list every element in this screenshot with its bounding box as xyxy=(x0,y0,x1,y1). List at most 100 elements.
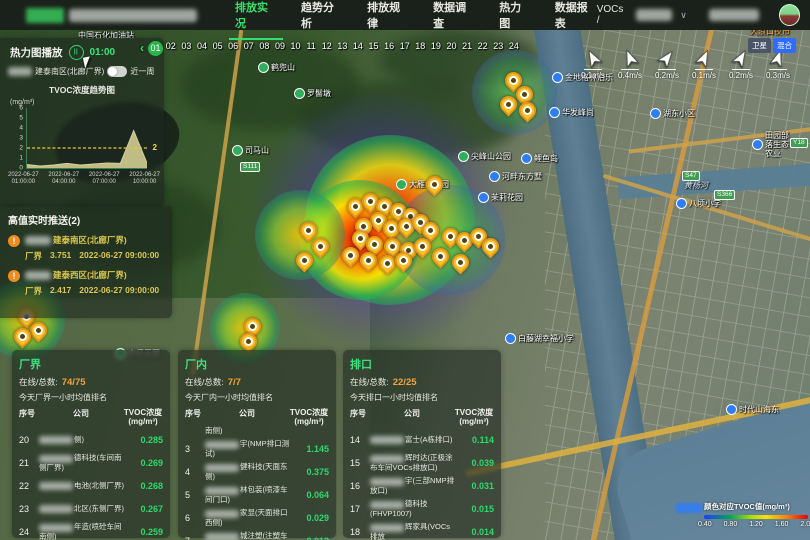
map-label: 茉莉花园 xyxy=(478,192,523,203)
tvoc-value: 0.064 xyxy=(291,490,329,500)
poi-icon xyxy=(258,62,269,73)
logo-mark xyxy=(26,8,64,23)
x-axis-ticks: 2022-06-2701:00:002022-06-2704:00:002022… xyxy=(8,172,160,186)
range-label: 近一周 xyxy=(130,66,154,77)
wind-indicator: 0.2m/s xyxy=(654,48,680,80)
hour-chip-22[interactable]: 22 xyxy=(475,41,491,56)
nav-item-live[interactable]: 排放实况 xyxy=(235,0,277,31)
poi-icon xyxy=(489,171,500,182)
rank-row[interactable]: 20侧)0.285 xyxy=(19,428,163,451)
rank-row[interactable]: 14富士(A栋排口)0.114 xyxy=(350,428,494,451)
hour-chip-08[interactable]: 08 xyxy=(257,41,273,56)
wind-arrow-icon xyxy=(579,44,606,71)
map-label: 罗髻墩 xyxy=(294,88,331,99)
rank-row[interactable]: 6家显(天面排口西侧)0.029 xyxy=(185,506,329,529)
wind-indicator: 0.4m/s xyxy=(617,48,643,80)
rank-number: 18 xyxy=(350,527,370,537)
push-item[interactable]: ! 建泰南区(北廊厂界) 厂界 3.751 2022-06-27 09:00:0… xyxy=(8,234,172,262)
company-name: 年造(喷砼车间南侧) xyxy=(39,522,125,540)
hour-strip: 0102030405060708091011121314151617181920… xyxy=(148,41,522,56)
table-header: 序号 公司 TVOC浓度(mg/m³) xyxy=(185,408,329,426)
map-pin[interactable] xyxy=(422,172,446,196)
rank-number: 15 xyxy=(350,458,370,468)
company-redacted xyxy=(205,533,239,540)
hour-chip-06[interactable]: 06 xyxy=(225,41,241,56)
tvoc-value: 0.015 xyxy=(456,504,494,514)
nav-item-survey[interactable]: 数据调查 xyxy=(433,0,475,31)
company-redacted xyxy=(370,524,404,532)
hour-chip-03[interactable]: 03 xyxy=(179,41,195,56)
hour-chip-18[interactable]: 18 xyxy=(413,41,429,56)
map-pin[interactable] xyxy=(448,250,472,274)
vocs-selected-value-redacted[interactable] xyxy=(636,9,673,21)
map-label: 河畔东方墅 xyxy=(489,171,542,182)
rank-row[interactable]: 23北区(东侧厂界)0.267 xyxy=(19,497,163,520)
hour-chip-24[interactable]: 24 xyxy=(506,41,522,56)
heatmap-playback-panel: 热力图播放 || 01:00 ‹ 建泰南区(北廊厂界) 近一周 TVOC浓度趋势… xyxy=(0,38,164,206)
rank-number: 16 xyxy=(350,481,370,491)
hour-chip-16[interactable]: 16 xyxy=(381,41,397,56)
rank-row[interactable]: 4健科技(天面东侧)0.375 xyxy=(185,460,329,483)
tvoc-value: 0.259 xyxy=(125,527,163,537)
hour-chip-05[interactable]: 05 xyxy=(210,41,226,56)
range-toggle[interactable] xyxy=(107,66,127,77)
rank-row[interactable]: 24年造(喷砼车间南侧)0.259 xyxy=(19,520,163,540)
hour-chip-01[interactable]: 01 xyxy=(148,41,163,56)
y-axis-ticks: 0123456 xyxy=(15,108,25,168)
tvoc-value: 0.014 xyxy=(456,527,494,537)
rank-number: 4 xyxy=(185,467,205,477)
rank-row[interactable]: 18辉家具(VOCs排放0.014 xyxy=(350,520,494,540)
rank-row[interactable]: 5林包装(喷漆车间门口)0.064 xyxy=(185,483,329,506)
hour-chip-17[interactable]: 17 xyxy=(397,41,413,56)
poi-icon xyxy=(294,88,305,99)
hour-chip-02[interactable]: 02 xyxy=(163,41,179,56)
push-item[interactable]: ! 建泰西区(北廊厂界) 厂界 2.417 2022-06-27 09:00:0… xyxy=(8,269,172,297)
hour-chip-23[interactable]: 23 xyxy=(490,41,506,56)
rank-row[interactable]: 21德科技(车间南侧厂界)0.269 xyxy=(19,451,163,474)
nav-item-heatmap[interactable]: 热力图 xyxy=(499,0,531,31)
rank-row[interactable]: 22电池(北侧厂界)0.268 xyxy=(19,474,163,497)
nav-item-pattern[interactable]: 排放规律 xyxy=(367,0,409,31)
company-redacted xyxy=(39,455,73,463)
rank-row[interactable]: 17德科技(FHVP1007)0.015 xyxy=(350,497,494,520)
nav-item-trend[interactable]: 趋势分析 xyxy=(301,0,343,31)
hour-chip-20[interactable]: 20 xyxy=(444,41,460,56)
hour-chip-10[interactable]: 10 xyxy=(288,41,304,56)
rank-row[interactable]: 3宇(NMP排口测试)1.145 xyxy=(185,437,329,460)
hour-chip-07[interactable]: 07 xyxy=(241,41,257,56)
top-navbar: 排放实况 趋势分析 排放规律 数据调查 热力图 数据报表 VOCs / ∨ xyxy=(0,0,810,30)
rank-row[interactable]: 16宇(三部NMP排放口)0.031 xyxy=(350,474,494,497)
timeline-prev-icon[interactable]: ‹ xyxy=(140,41,144,55)
pause-button[interactable]: || xyxy=(69,45,84,60)
hour-chip-14[interactable]: 14 xyxy=(350,41,366,56)
push-value: 2.417 xyxy=(50,285,71,297)
hour-chip-04[interactable]: 04 xyxy=(194,41,210,56)
rank-row[interactable]: 7城注塑(注塑车间)0.012 xyxy=(185,529,329,540)
avatar[interactable] xyxy=(779,4,800,26)
map-type-satellite-button[interactable]: 卫星 xyxy=(748,38,771,53)
push-type: 厂界 xyxy=(25,285,42,297)
map-type-hybrid-button[interactable]: 混合 xyxy=(773,38,796,53)
map-label: 白藤湖幸福小学 xyxy=(505,333,574,344)
hour-chip-19[interactable]: 19 xyxy=(428,41,444,56)
hour-chip-13[interactable]: 13 xyxy=(335,41,351,56)
company-name: 城注塑(注塑车间) xyxy=(205,531,291,540)
hour-chip-21[interactable]: 21 xyxy=(459,41,475,56)
panel-factory-boundary: 厂界 在线/总数:74/75 今天厂界一小时均值排名 序号 公司 TVOC浓度(… xyxy=(12,350,170,538)
hour-chip-15[interactable]: 15 xyxy=(366,41,382,56)
rank-row[interactable]: 15辉时达(正极涂布车间VOCs排放口)0.039 xyxy=(350,451,494,474)
wind-arrow-icon xyxy=(617,45,643,71)
nav-item-report[interactable]: 数据报表 xyxy=(555,0,597,31)
chevron-down-icon[interactable]: ∨ xyxy=(680,10,687,21)
map-pin[interactable] xyxy=(428,244,452,268)
x-tick: 2022-06-2701:00:00 xyxy=(8,172,39,186)
map-label: 时代山海东 xyxy=(726,404,779,415)
map-pin[interactable] xyxy=(292,248,316,272)
terrain-shade xyxy=(300,80,520,160)
hour-chip-11[interactable]: 11 xyxy=(303,41,319,56)
hour-chip-12[interactable]: 12 xyxy=(319,41,335,56)
hour-chip-09[interactable]: 09 xyxy=(272,41,288,56)
company-name: 德科技(FHVP1007) xyxy=(370,499,456,517)
company-redacted xyxy=(205,510,239,518)
company-name: 宇(三部NMP排放口) xyxy=(370,476,456,494)
